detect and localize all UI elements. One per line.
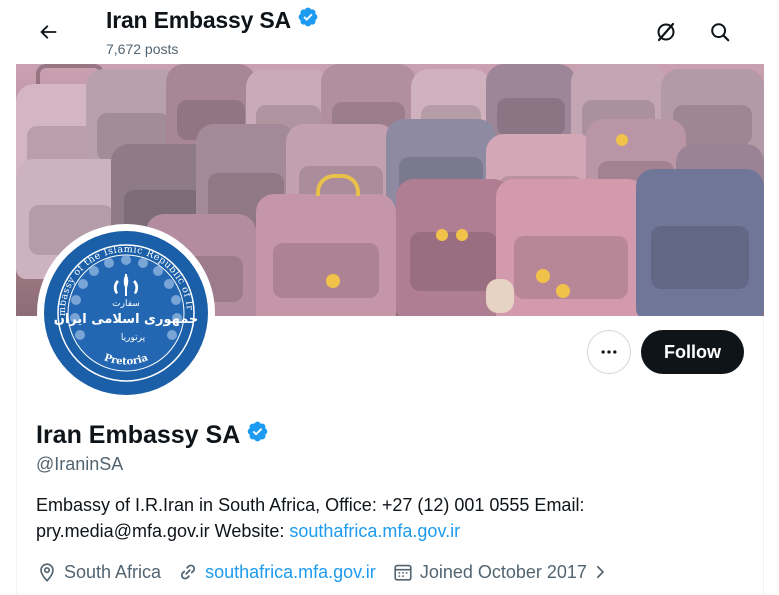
profile-name: Iran Embassy SA [36,420,269,450]
header-title-text: Iran Embassy SA [106,6,291,33]
backpack [636,169,764,316]
sticker-patch [316,174,360,196]
sticker-patch [326,274,340,288]
chevron-right-icon [591,563,615,581]
verified-badge-icon[interactable] [297,6,319,34]
sticker-patch [536,269,550,283]
arrow-left-icon [40,25,57,39]
more-dots-icon [601,350,617,354]
location-pin-icon [40,563,54,582]
meta-location: South Africa [36,561,161,583]
profile-bio: Embassy of I.R.Iran in South Africa, Off… [36,492,676,544]
backpack [496,179,646,316]
backpack [256,194,396,316]
search-button[interactable] [702,14,738,50]
header-title: Iran Embassy SA [106,6,319,34]
more-options-button[interactable] [587,330,631,374]
website-link[interactable]: southafrica.mfa.gov.ir [205,562,376,583]
sticker-patch [456,229,468,241]
seal-farsi-1: سفارت [112,299,140,309]
sticker-patch [436,229,448,241]
sticker-patch [486,279,514,313]
calendar-icon [394,564,412,581]
link-icon [181,564,196,580]
sticker-patch [616,134,628,146]
hide-circle-icon [657,22,675,42]
meta-joined[interactable]: Joined October 2017 [392,561,615,583]
joined-text: Joined October 2017 [419,561,587,582]
bio-website-link[interactable]: southafrica.mfa.gov.ir [289,521,460,541]
hide-button[interactable] [648,14,684,50]
profile-handle: @IraninSA [36,454,124,474]
seal-farsi-2: جمهوری اسلامی ایران [54,312,199,327]
meta-website: southafrica.mfa.gov.ir [177,561,376,583]
header-post-count: 7,672 posts [106,41,178,57]
top-header: Iran Embassy SA 7,672 posts [0,0,779,64]
profile-meta: South Africa southafrica.mfa.gov.ir Join… [36,559,631,585]
sticker-patch [556,284,570,298]
seal-farsi-3: پرتوریا [121,333,146,343]
back-button[interactable] [30,14,66,50]
profile-avatar[interactable]: Embassy of the Islamic Republic of Iran … [37,224,215,402]
follow-button[interactable]: Follow [641,330,744,374]
profile-name-text: Iran Embassy SA [36,420,241,449]
verified-badge-icon[interactable] [246,420,269,450]
embassy-seal-logo: Embassy of the Islamic Republic of Iran … [43,230,208,395]
search-icon [711,23,730,42]
location-text: South Africa [64,561,162,582]
post-count-text: 7,672 posts [106,41,179,57]
